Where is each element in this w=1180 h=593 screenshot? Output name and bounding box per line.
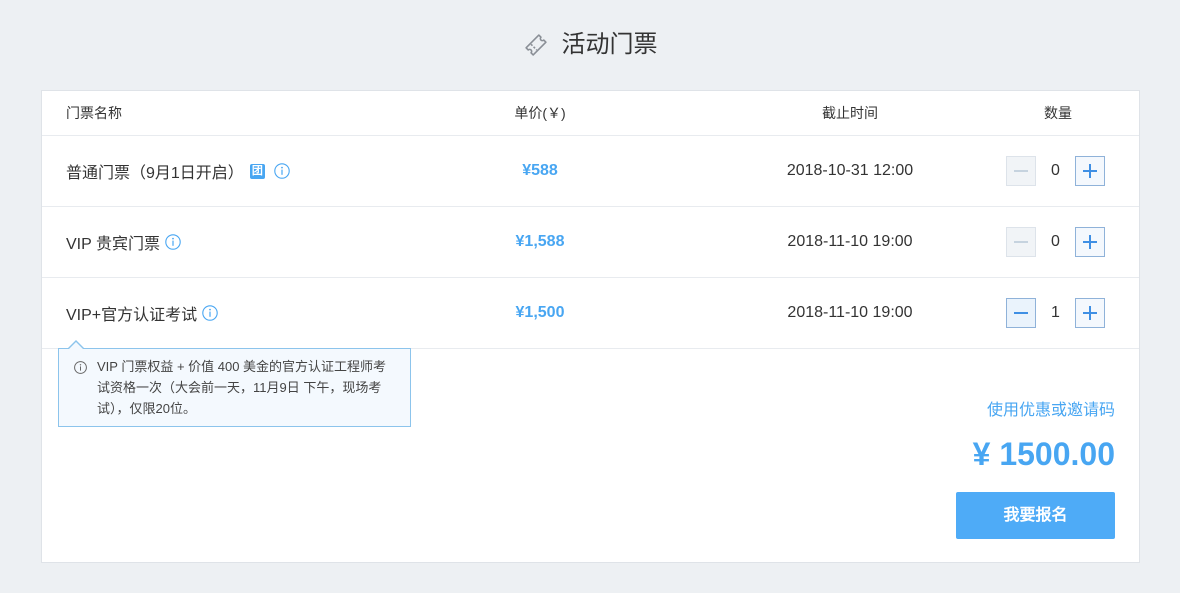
table-header: 门票名称 单价(￥) 截止时间 数量 — [42, 91, 1139, 136]
column-header-price: 单价(￥) — [514, 105, 566, 121]
ticket-price: ¥1,500 — [515, 304, 565, 321]
decrease-button[interactable] — [1006, 227, 1036, 257]
quantity-stepper: 0 — [1006, 227, 1105, 257]
increase-button[interactable] — [1075, 298, 1105, 328]
table-row: 普通门票（9月1日开启） 团 ¥588 2018-10-31 12:00 0 — [42, 136, 1139, 207]
page-header: 活动门票 — [0, 27, 1180, 63]
ticket-name: 普通门票（9月1日开启） — [66, 165, 244, 182]
plus-icon — [1076, 299, 1104, 327]
minus-icon — [1007, 157, 1035, 185]
info-icon — [74, 361, 87, 374]
ticket-name: VIP 贵宾门票 — [66, 236, 160, 253]
ticket-deadline-cell: 2018-10-31 12:00 — [750, 136, 950, 206]
table-row: VIP 贵宾门票 ¥1,588 2018-11-10 19:00 0 — [42, 207, 1139, 278]
ticket-price-cell: ¥1,500 — [440, 278, 640, 348]
ticket-deadline: 2018-10-31 12:00 — [786, 162, 914, 179]
coupon-code-link[interactable]: 使用优惠或邀请码 — [987, 399, 1115, 423]
decrease-button[interactable] — [1006, 298, 1036, 328]
info-icon[interactable] — [274, 163, 290, 179]
register-button[interactable]: 我要报名 — [956, 492, 1115, 539]
ticket-price: ¥588 — [522, 162, 558, 179]
minus-icon — [1007, 228, 1035, 256]
quantity-value: 0 — [1051, 162, 1060, 179]
group-badge-icon: 团 — [249, 163, 265, 179]
ticket-price: ¥1,588 — [515, 233, 565, 250]
total-price: ¥ 1500.00 — [972, 436, 1115, 472]
page-title: 活动门票 — [561, 31, 658, 58]
quantity-stepper: 1 — [1006, 298, 1105, 328]
ticket-price-cell: ¥1,588 — [440, 207, 640, 277]
ticket-deadline: 2018-11-10 19:00 — [787, 233, 913, 250]
ticket-info-tooltip: VIP 门票权益 + 价值 400 美金的官方认证工程师考试资格一次（大会前一天… — [58, 340, 411, 427]
quantity-cell: 1 — [1006, 278, 1105, 348]
column-header-name: 门票名称 — [66, 105, 122, 121]
minus-icon — [1007, 299, 1035, 327]
tooltip-text: VIP 门票权益 + 价值 400 美金的官方认证工程师考试资格一次（大会前一天… — [97, 359, 387, 416]
ticket-icon — [524, 34, 547, 56]
ticket-name-cell: VIP+官方认证考试 — [66, 278, 218, 348]
ticket-name-cell: VIP 贵宾门票 — [66, 207, 181, 277]
column-header-quantity: 数量 — [1044, 105, 1072, 121]
increase-button[interactable] — [1075, 227, 1105, 257]
ticket-name: VIP+官方认证考试 — [66, 307, 198, 324]
info-icon[interactable] — [165, 234, 181, 250]
ticket-deadline: 2018-11-10 19:00 — [787, 304, 913, 321]
ticket-name-cell: 普通门票（9月1日开启） 团 — [66, 136, 290, 206]
ticket-price-cell: ¥588 — [440, 136, 640, 206]
quantity-cell: 0 — [1006, 136, 1105, 206]
plus-icon — [1076, 228, 1104, 256]
quantity-cell: 0 — [1006, 207, 1105, 277]
quantity-value: 1 — [1051, 304, 1060, 321]
quantity-stepper: 0 — [1006, 156, 1105, 186]
table-row: VIP+官方认证考试 ¥1,500 2018-11-10 19:00 1 — [42, 278, 1139, 349]
ticket-deadline-cell: 2018-11-10 19:00 — [750, 278, 950, 348]
quantity-value: 0 — [1051, 233, 1060, 250]
ticket-deadline-cell: 2018-11-10 19:00 — [750, 207, 950, 277]
decrease-button[interactable] — [1006, 156, 1036, 186]
column-header-deadline: 截止时间 — [822, 105, 878, 121]
plus-icon — [1076, 157, 1104, 185]
increase-button[interactable] — [1075, 156, 1105, 186]
ticket-panel: 门票名称 单价(￥) 截止时间 数量 普通门票（9月1日开启） 团 ¥588 2… — [41, 90, 1140, 563]
info-icon[interactable] — [202, 305, 218, 321]
